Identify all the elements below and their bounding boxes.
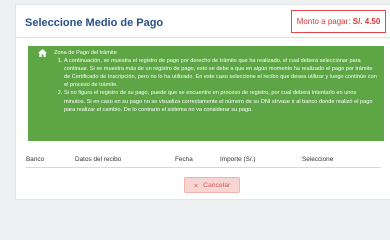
header-divider: [16, 37, 390, 38]
notice-item-2: Si no figura el registro de su pago, pue…: [64, 89, 378, 113]
notice-list: A continuación, se muestra el registro d…: [38, 57, 378, 114]
notice-heading: Zona de Pago del trámite: [54, 50, 117, 56]
home-icon: [38, 49, 47, 58]
cancel-button[interactable]: × Cancelar: [184, 177, 240, 193]
notice-header: Zona de Pago del trámite: [38, 49, 378, 58]
cancel-label: Cancelar: [203, 181, 231, 189]
column-banco: Banco: [26, 156, 45, 163]
dialog-title: Seleccione Medio de Pago: [25, 17, 164, 29]
column-seleccione: Seleccione: [302, 156, 334, 163]
payment-method-dialog: Seleccione Medio de Pago Monto a pagar: …: [15, 4, 390, 200]
amount-value: S/. 4.50: [352, 17, 381, 26]
table-divider: [26, 167, 381, 168]
receipts-table-header: Banco Datos del recibo Fecha Importe (S/…: [26, 156, 381, 166]
notice-item-1: A continuación, se muestra el registro d…: [64, 57, 378, 89]
column-importe: Importe (S/.): [220, 156, 256, 163]
amount-label: Monto a pagar:: [296, 17, 351, 26]
payment-notice-panel: Zona de Pago del trámite A continuación,…: [28, 46, 384, 141]
amount-to-pay-box: Monto a pagar: S/. 4.50: [291, 10, 386, 33]
column-datos-recibo: Datos del recibo: [75, 156, 122, 163]
close-icon: ×: [193, 180, 199, 190]
column-fecha: Fecha: [175, 156, 193, 163]
